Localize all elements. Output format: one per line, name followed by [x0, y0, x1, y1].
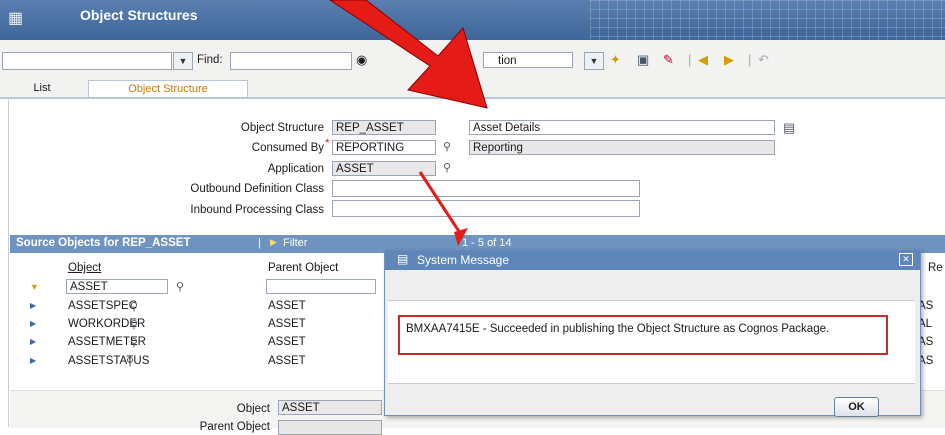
small-red-arrow-shaft — [418, 171, 464, 237]
big-red-arrow — [329, 0, 488, 109]
small-red-arrow-head — [454, 228, 468, 246]
annotation-arrows — [329, 0, 488, 246]
